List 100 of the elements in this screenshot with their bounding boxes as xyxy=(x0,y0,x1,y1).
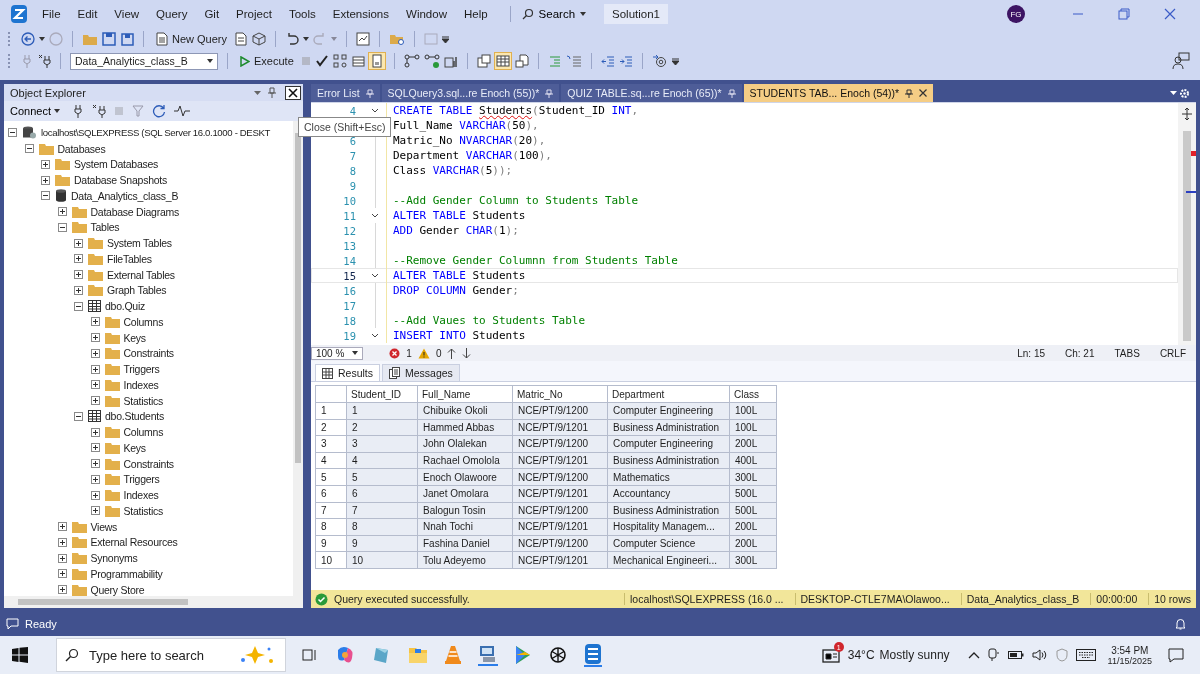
execute-button[interactable]: Execute xyxy=(237,53,297,69)
keyboard-icon[interactable] xyxy=(1075,649,1096,661)
tree-item[interactable]: External Resources xyxy=(90,536,178,549)
chart-icon[interactable] xyxy=(443,54,458,68)
menu-item[interactable]: Window xyxy=(406,8,447,20)
notification-icon[interactable] xyxy=(1168,647,1184,663)
chevron-up-icon[interactable] xyxy=(967,651,980,659)
tree-item[interactable]: dbo.Quiz xyxy=(105,300,146,313)
vertical-scrollbar[interactable] xyxy=(293,121,303,596)
column-header[interactable]: Class xyxy=(729,385,777,403)
file-results-icon[interactable] xyxy=(514,54,529,68)
tree-item[interactable]: Graph Tables xyxy=(107,284,167,297)
menu-item[interactable]: Edit xyxy=(77,8,98,20)
windows-icon[interactable] xyxy=(12,647,28,663)
menu-item[interactable]: Git xyxy=(204,8,220,20)
settings-icon[interactable] xyxy=(1179,87,1190,99)
tree-item[interactable]: Triggers xyxy=(123,473,160,486)
plug-icon[interactable] xyxy=(72,104,84,118)
expand-icon[interactable] xyxy=(57,553,67,563)
refresh-icon[interactable] xyxy=(152,104,166,118)
fold-icon[interactable] xyxy=(371,272,379,279)
tree-item[interactable]: Indexes xyxy=(123,378,159,391)
stack-icon[interactable] xyxy=(350,54,365,68)
computer-icon[interactable] xyxy=(478,644,498,666)
collapse-icon[interactable] xyxy=(74,411,83,421)
tree-item[interactable]: Keys xyxy=(123,441,146,454)
tree-item[interactable]: Constraints xyxy=(123,347,174,360)
error-count[interactable]: 1 xyxy=(406,347,412,359)
expand-icon[interactable] xyxy=(90,459,100,469)
warning-count[interactable]: 0 xyxy=(435,347,442,359)
report-icon[interactable] xyxy=(356,32,371,46)
tree-item[interactable]: Data_Analytics_class_B xyxy=(71,189,179,202)
live-share-icon[interactable] xyxy=(1172,52,1190,70)
tree-item[interactable]: Keys xyxy=(123,331,146,344)
account-avatar[interactable]: FG xyxy=(1007,5,1025,23)
expand-icon[interactable] xyxy=(74,238,83,248)
save-all-icon[interactable] xyxy=(120,32,134,46)
tree-item[interactable]: Constraints xyxy=(123,457,174,470)
caret-icon[interactable] xyxy=(254,90,261,95)
tree-item[interactable]: Columns xyxy=(123,426,164,439)
plan-icon[interactable] xyxy=(332,54,347,68)
column-header[interactable]: Department xyxy=(607,385,730,403)
tree-item[interactable]: Database Diagrams xyxy=(90,205,180,218)
expand-icon[interactable] xyxy=(57,207,67,217)
bell-icon[interactable] xyxy=(1175,618,1186,630)
tree-item[interactable]: FileTables xyxy=(107,252,152,265)
tree-item[interactable]: System Tables xyxy=(107,237,172,250)
taskbar-search-field[interactable]: Type here to search xyxy=(56,638,286,672)
caret-icon[interactable] xyxy=(39,37,45,41)
task-view-icon[interactable] xyxy=(302,647,318,663)
column-header[interactable]: Full_Name xyxy=(417,385,513,403)
results-tab[interactable]: Results xyxy=(315,364,380,381)
menu-item[interactable]: Project xyxy=(236,8,272,20)
horizontal-scrollbar[interactable] xyxy=(4,596,303,608)
clock-date[interactable]: 11/15/2025 xyxy=(1107,655,1152,666)
expand-icon[interactable] xyxy=(57,522,67,532)
line-ending-indicator[interactable]: CRLF xyxy=(1159,347,1186,359)
collapse-icon[interactable] xyxy=(57,222,67,232)
expand-icon[interactable] xyxy=(90,474,100,484)
back-icon[interactable] xyxy=(21,32,35,46)
text-results-icon[interactable] xyxy=(476,54,491,68)
expand-icon[interactable] xyxy=(90,348,100,358)
menu-item[interactable]: File xyxy=(42,8,61,20)
menu-item[interactable]: Extensions xyxy=(332,8,390,20)
column-header[interactable]: Student_ID xyxy=(346,385,418,403)
checkmark-icon[interactable] xyxy=(314,54,329,68)
vertical-scrollbar[interactable] xyxy=(1178,103,1196,345)
document-tab[interactable]: QUIZ TABLE.sq...re Enoch (65))* xyxy=(561,84,742,102)
tree-item[interactable]: Statistics xyxy=(123,394,163,407)
expand-icon[interactable] xyxy=(90,333,100,343)
fold-icon[interactable] xyxy=(371,212,379,219)
new-query-button[interactable]: New Query xyxy=(153,30,231,48)
collapse-icon[interactable] xyxy=(41,191,50,201)
expand-icon[interactable] xyxy=(90,490,100,500)
temperature[interactable]: 34°C xyxy=(847,648,875,662)
activity-icon[interactable] xyxy=(174,105,190,117)
clock-time[interactable]: 3:54 PM xyxy=(1111,644,1149,656)
split-icon[interactable] xyxy=(1181,107,1193,121)
column-header[interactable]: Matric_No xyxy=(512,385,608,403)
tree-item[interactable]: dbo.Students xyxy=(105,410,164,423)
grid-icon[interactable] xyxy=(494,53,511,69)
indent-indicator[interactable]: TABS xyxy=(1114,347,1140,359)
connect-button[interactable]: Connect xyxy=(10,105,64,117)
tree-item[interactable]: Indexes xyxy=(123,489,159,502)
menu-item[interactable]: View xyxy=(114,8,140,20)
collapse-icon[interactable] xyxy=(74,301,83,311)
expand-icon[interactable] xyxy=(74,285,83,295)
tree-item[interactable]: Views xyxy=(90,520,118,533)
tree-item[interactable]: Database Snapshots xyxy=(74,174,167,187)
expand-icon[interactable] xyxy=(90,506,100,516)
expand-icon[interactable] xyxy=(90,396,100,406)
weather-text[interactable]: Mostly sunny xyxy=(879,648,950,662)
up-arrow-icon[interactable] xyxy=(447,347,457,359)
menu-item[interactable]: Tools xyxy=(288,8,316,20)
database-dropdown[interactable]: Data_Analytics_class_B xyxy=(70,52,218,70)
folder-icon[interactable] xyxy=(408,646,428,664)
collapse-icon[interactable] xyxy=(8,128,17,138)
expand-icon[interactable] xyxy=(90,443,100,453)
expand-icon[interactable] xyxy=(41,159,50,169)
expand-icon[interactable] xyxy=(74,270,83,280)
